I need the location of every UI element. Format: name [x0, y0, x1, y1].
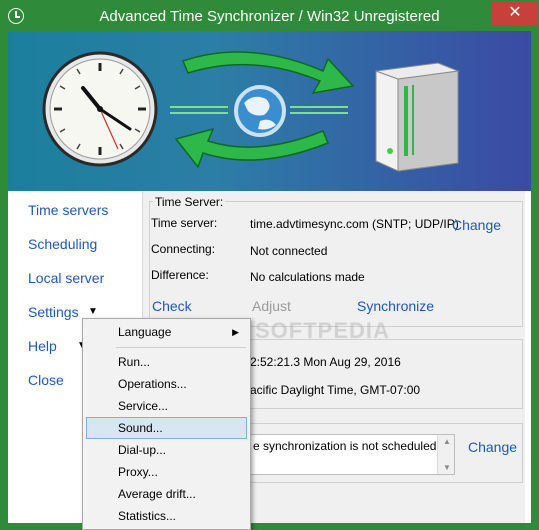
time-zone-value: acific Daylight Time, GMT-07:00 [250, 383, 421, 397]
difference-value: No calculations made [250, 270, 365, 284]
menu-item-service[interactable]: Service... [86, 395, 247, 417]
synchronize-link[interactable]: Synchronize [357, 298, 434, 314]
change-schedule-link[interactable]: Change [468, 439, 517, 455]
schedule-scrollbar[interactable]: ▲ ▼ [437, 435, 454, 474]
window-title: Advanced Time Synchronizer / Win32 Unreg… [99, 8, 440, 25]
menu-separator [116, 347, 246, 348]
nav-local-server[interactable]: Local server [28, 270, 104, 286]
check-link[interactable]: Check [152, 298, 192, 314]
close-button[interactable]: ✕ [492, 1, 538, 25]
menu-item-proxy[interactable]: Proxy... [86, 461, 247, 483]
app-window: Advanced Time Synchronizer / Win32 Unreg… [0, 0, 539, 530]
banner-illustration [42, 51, 460, 172]
menu-item-dial-up[interactable]: Dial-up... [86, 439, 247, 461]
time-server-value: time.advtimesync.com (SNTP; UDP/IP) [250, 217, 459, 231]
nav-settings[interactable]: Settings [28, 304, 79, 320]
scroll-down-icon[interactable]: ▼ [443, 463, 451, 472]
analog-clock-icon [42, 51, 158, 167]
globe-icon [234, 85, 286, 137]
nav-help[interactable]: Help [28, 338, 57, 354]
menu-item-statistics[interactable]: Statistics... [86, 505, 247, 527]
nav-time-servers[interactable]: Time servers [28, 202, 108, 218]
adjust-link[interactable]: Adjust [252, 298, 291, 314]
menu-item-sound[interactable]: Sound... [86, 417, 247, 439]
title-bar[interactable]: Advanced Time Synchronizer / Win32 Unreg… [1, 1, 538, 31]
time-server-label: Time server: [151, 216, 218, 230]
menu-item-run[interactable]: Run... [86, 351, 247, 373]
settings-dropdown-icon[interactable]: ▼ [88, 306, 98, 317]
connecting-value: Not connected [250, 244, 328, 258]
time-server-group-title: Time Server: [153, 195, 226, 209]
change-server-link[interactable]: Change [452, 217, 501, 233]
server-icon [375, 62, 460, 172]
menu-item-average-drift[interactable]: Average drift... [86, 483, 247, 505]
menu-item-operations[interactable]: Operations... [86, 373, 247, 395]
schedule-status-text: e synchronization is not scheduled [253, 439, 437, 453]
watermark: SOFTPEDIA [255, 318, 390, 343]
connecting-label: Connecting: [151, 242, 216, 256]
settings-context-menu: Language ▶ Run... Operations... Service.… [82, 318, 251, 530]
difference-label: Difference: [151, 268, 209, 282]
nav-scheduling[interactable]: Scheduling [28, 236, 97, 252]
header-banner [8, 31, 531, 191]
submenu-arrow-icon: ▶ [232, 327, 239, 337]
local-time-value: 2:52:21.3 Mon Aug 29, 2016 [250, 355, 401, 369]
scroll-up-icon[interactable]: ▲ [443, 437, 451, 446]
nav-close[interactable]: Close [28, 372, 64, 388]
menu-item-language[interactable]: Language ▶ [86, 321, 247, 343]
